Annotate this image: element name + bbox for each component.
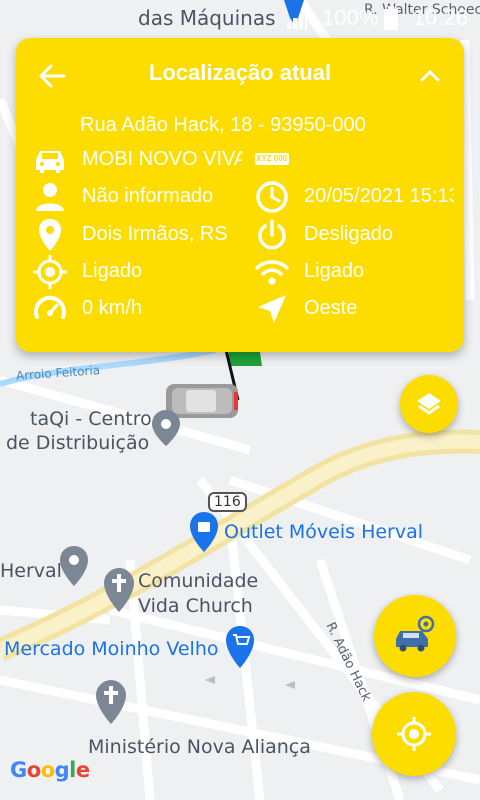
church-pin-icon[interactable] (104, 568, 134, 612)
map-label-poi-1-line2: de Distribuição (6, 432, 150, 454)
layers-button[interactable] (400, 375, 458, 433)
plate-text: XYZ 000 (256, 154, 288, 163)
map-pin-icon[interactable] (60, 546, 88, 586)
datetime-row: 20/05/2021 15:13 (254, 179, 454, 215)
map-label-church-line1: Comunidade (138, 570, 259, 592)
signal-row: Ligado (254, 254, 454, 290)
plate-row: XYZ 000 (254, 142, 294, 178)
vehicle-row: MOBI NOVO VIVACE (32, 142, 242, 178)
wifi-icon (255, 260, 289, 285)
gps-target-icon (33, 255, 67, 289)
my-location-button[interactable] (372, 692, 456, 776)
city-text: Dois Irmãos, RS (82, 223, 228, 245)
car-icon (36, 151, 64, 173)
vehicle-location-button[interactable] (374, 595, 456, 677)
city-row: Dois Irmãos, RS (32, 217, 242, 253)
ignition-status: Desligado (304, 223, 393, 245)
signal-status: Ligado (304, 260, 365, 282)
power-icon (258, 219, 286, 250)
speed-row: 0 km/h (32, 291, 242, 327)
highway-shield: 116 (208, 492, 247, 512)
navigation-arrow-icon (258, 295, 286, 323)
car-location-icon (396, 615, 435, 652)
map-label-ministry: Ministério Nova Aliança (88, 736, 311, 758)
map-label-church-line2: Vida Church (138, 595, 253, 617)
cart-pin-icon[interactable] (226, 626, 254, 668)
speedometer-icon (34, 295, 66, 319)
gps-status: Ligado (82, 260, 143, 282)
map-label-poi-1-line1: taQi - Centro (30, 408, 152, 430)
battery-percent: 100% (322, 5, 379, 30)
map-pin-icon[interactable] (152, 410, 180, 446)
ignition-row: Desligado (254, 217, 454, 253)
address-text: Rua Adão Hack, 18 - 93950-000 (80, 114, 366, 136)
direction-row: Oeste (254, 291, 454, 327)
person-icon (36, 183, 64, 211)
driver-name: Não informado (82, 185, 214, 207)
direction-value: Oeste (304, 297, 358, 319)
clock-icon (256, 181, 288, 213)
location-card: Localização atual Rua Adão Hack, 18 - 93… (16, 38, 464, 352)
map-label-herval: Herval (0, 560, 62, 582)
battery-icon (384, 6, 398, 30)
driver-row: Não informado (32, 179, 242, 215)
gps-row: Ligado (32, 254, 242, 290)
last-update: 20/05/2021 15:13 (304, 185, 454, 207)
card-title: Localização atual (148, 60, 332, 85)
status-bar: 100% 10:26 (0, 0, 480, 36)
speed-value: 0 km/h (82, 297, 143, 319)
status-time: 10:26 (412, 5, 468, 30)
vehicle-name: MOBI NOVO VIVACE (82, 148, 242, 170)
my-location-icon (397, 717, 431, 751)
chevron-up-icon[interactable] (416, 62, 444, 90)
location-pin-icon (39, 219, 61, 251)
layers-icon (417, 393, 441, 415)
map-label-outlet: Outlet Móveis Herval (224, 521, 424, 543)
signal-icon (287, 10, 307, 29)
shopping-pin-icon[interactable] (190, 512, 218, 552)
google-logo: Google (10, 758, 90, 782)
map-label-market: Mercado Moinho Velho (4, 638, 219, 660)
church-pin-icon[interactable] (96, 680, 126, 724)
